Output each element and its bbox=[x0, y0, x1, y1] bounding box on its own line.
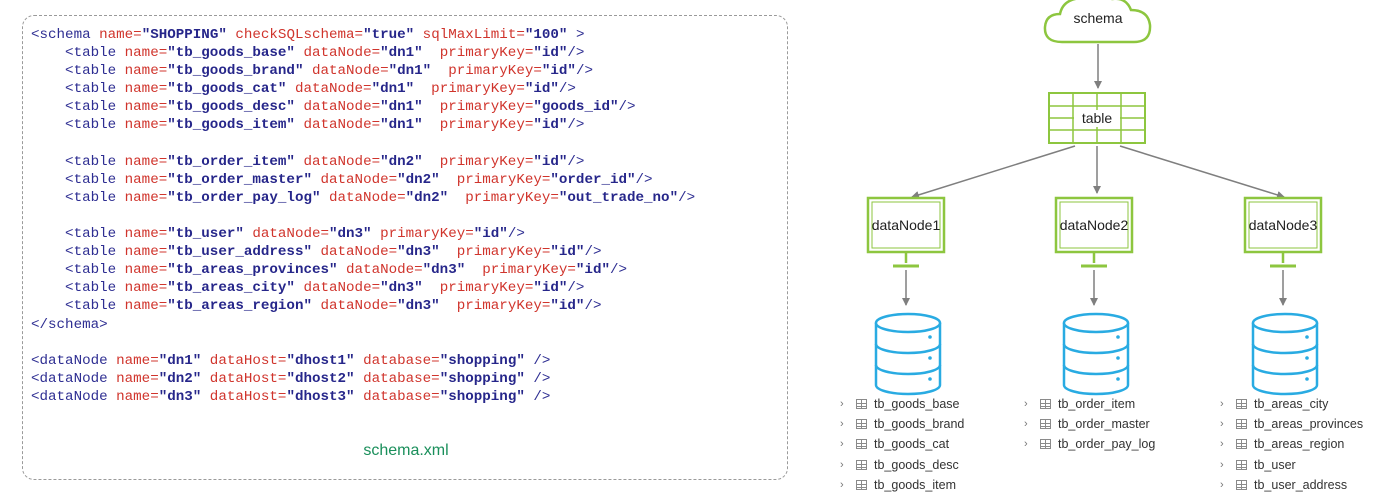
table-name: tb_order_item bbox=[1058, 397, 1136, 411]
table-icon bbox=[856, 459, 867, 470]
table-icon bbox=[1236, 439, 1247, 450]
table-icon bbox=[856, 439, 867, 450]
chevron-right-icon[interactable]: › bbox=[840, 394, 856, 414]
datanode-monitor-icon: dataNode1 bbox=[866, 196, 946, 268]
datanode-monitor-icon: dataNode2 bbox=[1054, 196, 1134, 268]
table-list-item[interactable]: › tb_goods_cat bbox=[840, 434, 964, 454]
architecture-diagram: schema table dataNode1 dataNode2 dataNode3 bbox=[866, 0, 1323, 396]
chevron-right-icon[interactable]: › bbox=[1024, 414, 1040, 434]
table-icon bbox=[1040, 399, 1051, 410]
table-icon bbox=[1236, 459, 1247, 470]
table-icon bbox=[1040, 439, 1051, 450]
schema-cloud-icon: schema bbox=[1043, 0, 1152, 44]
chevron-right-icon[interactable]: › bbox=[840, 455, 856, 475]
schema-label: schema bbox=[1073, 10, 1122, 26]
table-icon bbox=[1236, 479, 1247, 490]
table-name: tb_order_pay_log bbox=[1058, 437, 1156, 452]
table-list-item[interactable]: › tb_goods_base bbox=[840, 394, 964, 414]
table-name: tb_goods_item bbox=[874, 477, 957, 492]
table-list-item[interactable]: › tb_order_item bbox=[1024, 394, 1155, 414]
database-cylinder-icon bbox=[1251, 312, 1319, 396]
table-to-datanode3-arrow bbox=[1119, 145, 1285, 199]
table-list-item[interactable]: › tb_goods_brand bbox=[840, 414, 964, 434]
database-cylinder-icon bbox=[874, 312, 942, 396]
chevron-right-icon[interactable]: › bbox=[1220, 434, 1236, 454]
table-grid-icon: table bbox=[1048, 92, 1146, 144]
table-name: tb_areas_city bbox=[1254, 397, 1329, 411]
table-icon bbox=[856, 479, 867, 490]
table-list-item[interactable]: › tb_goods_desc bbox=[840, 455, 964, 475]
table-name: tb_areas_region bbox=[1254, 437, 1345, 452]
table-list: › tb_order_item › tb_order_master › tb_order_… bbox=[1024, 394, 1155, 455]
table-list-item[interactable]: › tb_user bbox=[1220, 455, 1363, 475]
datanode-label: dataNode2 bbox=[1060, 217, 1129, 233]
table-list-item[interactable]: › tb_areas_region bbox=[1220, 434, 1363, 454]
table-icon bbox=[1236, 399, 1247, 410]
table-name: tb_user bbox=[1254, 457, 1296, 472]
table-list-item[interactable]: › tb_areas_city bbox=[1220, 394, 1363, 414]
table-list-item[interactable]: › tb_order_pay_log bbox=[1024, 434, 1155, 454]
table-icon bbox=[1040, 419, 1051, 430]
table-name: tb_order_master bbox=[1058, 417, 1150, 432]
datanode-label: dataNode1 bbox=[872, 217, 941, 233]
table-list: › tb_areas_city › tb_areas_provinces › tb_are… bbox=[1220, 394, 1363, 495]
table-name: tb_user_address bbox=[1254, 477, 1348, 492]
chevron-right-icon[interactable]: › bbox=[840, 414, 856, 434]
database-cylinder-icon bbox=[1062, 312, 1130, 396]
table-list-item[interactable]: › tb_areas_provinces bbox=[1220, 414, 1363, 434]
table-list-item[interactable]: › tb_user_address bbox=[1220, 475, 1363, 495]
chevron-right-icon[interactable]: › bbox=[1024, 434, 1040, 454]
chevron-right-icon[interactable]: › bbox=[1220, 414, 1236, 434]
chevron-right-icon[interactable]: › bbox=[1220, 455, 1236, 475]
table-list-item[interactable]: › tb_goods_item bbox=[840, 475, 964, 495]
chevron-right-icon[interactable]: › bbox=[840, 434, 856, 454]
chevron-right-icon[interactable]: › bbox=[1220, 394, 1236, 414]
table-name: tb_goods_brand bbox=[874, 417, 965, 432]
table-name: tb_goods_cat bbox=[874, 437, 950, 452]
table-name: tb_goods_base bbox=[874, 397, 960, 411]
chevron-right-icon[interactable]: › bbox=[840, 475, 856, 495]
table-list-item[interactable]: › tb_order_master bbox=[1024, 414, 1155, 434]
table-list: › tb_goods_base › tb_goods_brand › tb_goods_c… bbox=[840, 394, 964, 495]
table-label: table bbox=[1082, 110, 1113, 126]
chevron-right-icon[interactable]: › bbox=[1024, 394, 1040, 414]
table-icon bbox=[1236, 419, 1247, 430]
table-name: tb_areas_provinces bbox=[1254, 417, 1364, 432]
datanode-monitor-icon: dataNode3 bbox=[1243, 196, 1323, 268]
chevron-right-icon[interactable]: › bbox=[1220, 475, 1236, 495]
table-name: tb_goods_desc bbox=[874, 457, 959, 472]
table-to-datanode1-arrow bbox=[911, 145, 1076, 199]
table-icon bbox=[856, 419, 867, 430]
table-icon bbox=[856, 399, 867, 410]
datanode-label: dataNode3 bbox=[1249, 217, 1318, 233]
